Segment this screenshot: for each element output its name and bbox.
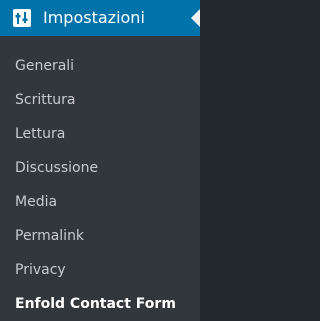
settings-menu-header[interactable]: Impostazioni [0, 0, 200, 36]
settings-sliders-icon [12, 8, 32, 28]
submenu-item-permalink[interactable]: Permalink [0, 219, 200, 253]
submenu-item-generali[interactable]: Generali [0, 49, 200, 83]
submenu-item-lettura[interactable]: Lettura [0, 117, 200, 151]
current-menu-arrow [191, 9, 200, 27]
submenu-item-discussione[interactable]: Discussione [0, 151, 200, 185]
settings-menu-title: Impostazioni [43, 8, 145, 27]
submenu-item-enfold-contact-form[interactable]: Enfold Contact Form [0, 287, 200, 321]
settings-submenu: Generali Scrittura Lettura Discussione M… [0, 36, 200, 321]
submenu-item-scrittura[interactable]: Scrittura [0, 83, 200, 117]
settings-admin-menu: Impostazioni Generali Scrittura Lettura … [0, 0, 200, 321]
submenu-item-media[interactable]: Media [0, 185, 200, 219]
submenu-item-privacy[interactable]: Privacy [0, 253, 200, 287]
